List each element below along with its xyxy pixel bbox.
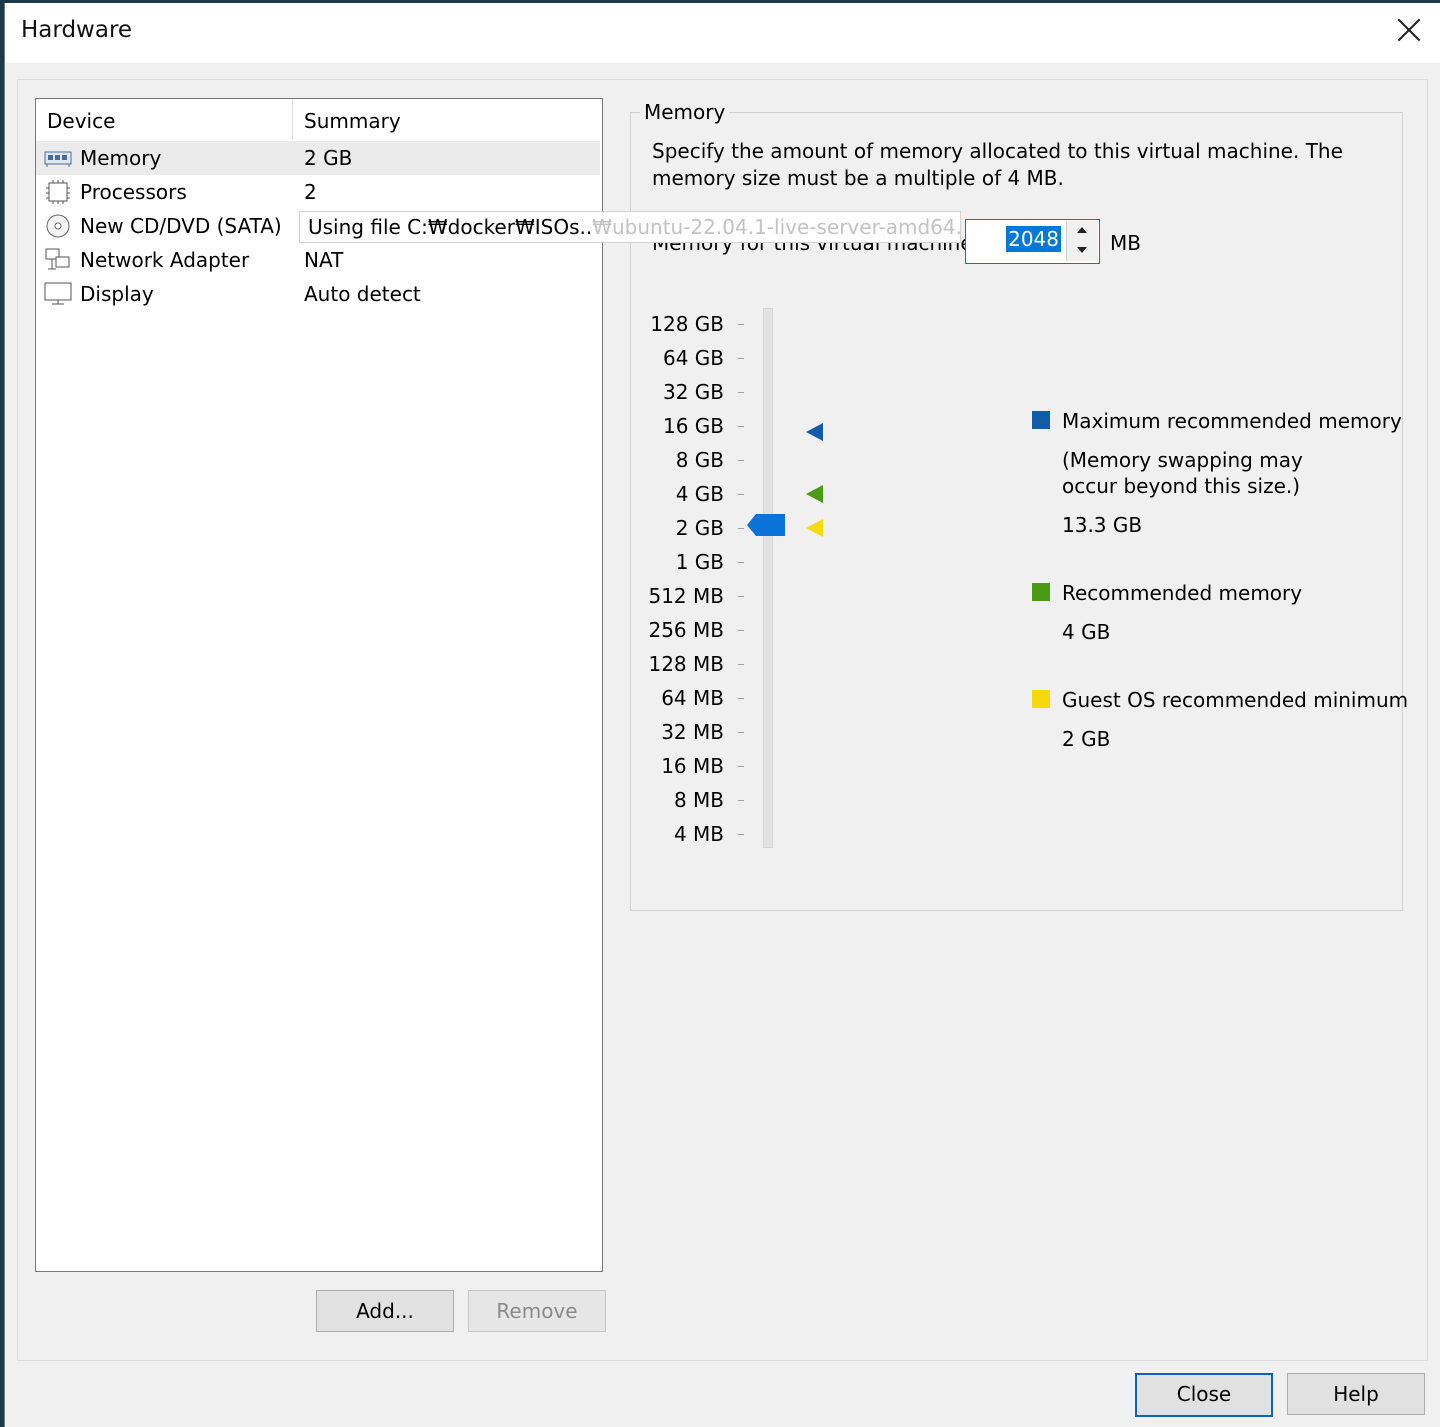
window-title: Hardware [21,17,133,43]
add-button[interactable]: Add... [316,1290,454,1332]
scale-tick [738,800,744,801]
device-name: Processors [80,180,187,204]
recommended-label: Recommended memory [1062,581,1303,605]
device-summary: Auto detect [304,282,421,306]
remove-button[interactable]: Remove [468,1290,606,1332]
tooltip-text: Using file C:₩docker₩ISOs.. [308,215,593,239]
scale-tick [738,562,744,563]
memory-value-input[interactable]: 2048 [1006,226,1061,252]
scale-tick [738,494,744,495]
device-list[interactable]: Device Summary Memory 2 GB Processors 2 … [35,98,603,1272]
scale-label: 4 GB [675,482,724,506]
summary-tooltip: Using file C:₩docker₩ISOs..₩ubuntu-22.04… [299,211,961,243]
scale-label: 256 MB [648,618,724,642]
guest-min-marker-icon [806,519,823,537]
recommended-legend-icon [1032,583,1050,601]
scale-label: 16 GB [662,414,724,438]
memory-group-label: Memory [640,100,730,124]
scale-tick [738,630,744,631]
scale-label: 512 MB [648,584,724,608]
max-recommended-note-2: occur beyond this size.) [1062,474,1301,498]
memory-description: Specify the amount of memory allocated t… [652,139,1343,190]
device-row-network-adapter[interactable]: Network Adapter NAT [36,243,600,277]
scale-tick [738,732,744,733]
device-name: Display [80,282,154,306]
scale-label: 128 MB [648,652,724,676]
spin-up-icon[interactable] [1066,221,1098,242]
scale-tick [738,460,744,461]
tooltip-text-faded: ₩ubuntu-22.04.1-live-server-amd64.iso [592,215,961,239]
memory-unit: MB [1110,231,1141,255]
guest-min-label: Guest OS recommended minimum [1062,688,1409,712]
scale-label: 32 GB [662,380,724,404]
max-recommended-label: Maximum recommended memory [1062,409,1402,433]
processor-icon [44,179,72,205]
device-name: New CD/DVD (SATA) [80,214,282,238]
column-header-summary[interactable]: Summary [293,99,604,139]
spin-down-icon[interactable] [1066,241,1098,261]
device-row-memory[interactable]: Memory 2 GB [36,141,600,175]
device-summary: NAT [304,248,344,272]
max-recommended-marker-icon [806,423,823,441]
device-name: Memory [80,146,162,170]
memory-slider-thumb[interactable] [747,514,785,536]
device-summary: 2 GB [304,146,353,170]
max-recommended-note: (Memory swapping may [1062,448,1303,472]
scale-label: 8 MB [673,788,724,812]
scale-tick [738,426,744,427]
scale-tick [738,324,744,325]
scale-label: 2 GB [675,516,724,540]
scale-label: 4 MB [673,822,724,846]
scale-tick [738,766,744,767]
device-row-display[interactable]: Display Auto detect [36,277,600,311]
scale-tick [738,358,744,359]
recommended-value: 4 GB [1062,620,1111,644]
scale-tick [738,698,744,699]
scale-label: 64 GB [662,346,724,370]
recommended-marker-icon [806,485,823,503]
device-summary: 2 [304,180,317,204]
scale-tick [738,834,744,835]
scale-label: 64 MB [661,686,724,710]
guest-min-value: 2 GB [1062,727,1111,751]
memory-slider-track[interactable] [763,308,773,848]
device-row-processors[interactable]: Processors 2 [36,175,600,209]
close-button[interactable]: Close [1135,1373,1273,1417]
scale-label: 128 GB [650,312,724,336]
title-bar: Hardware [5,3,1440,63]
scale-label: 8 GB [675,448,724,472]
max-recommended-value: 13.3 GB [1062,513,1143,537]
device-name: Network Adapter [80,248,250,272]
scale-tick [738,596,744,597]
scale-tick [738,392,744,393]
scale-label: 16 MB [661,754,724,778]
max-recommended-legend-icon [1032,411,1050,429]
memory-spinbox[interactable]: 2048 [965,219,1100,264]
close-window-icon[interactable] [1391,13,1427,49]
display-icon [44,281,72,307]
scale-label: 32 MB [661,720,724,744]
guest-min-legend-icon [1032,690,1050,708]
memory-icon [44,145,72,171]
scale-tick [738,528,744,529]
scale-label: 1 GB [675,550,724,574]
cd-dvd-icon [44,213,72,239]
network-adapter-icon [44,247,72,273]
scale-tick [738,664,744,665]
help-button[interactable]: Help [1287,1373,1425,1415]
column-header-device[interactable]: Device [36,99,293,139]
